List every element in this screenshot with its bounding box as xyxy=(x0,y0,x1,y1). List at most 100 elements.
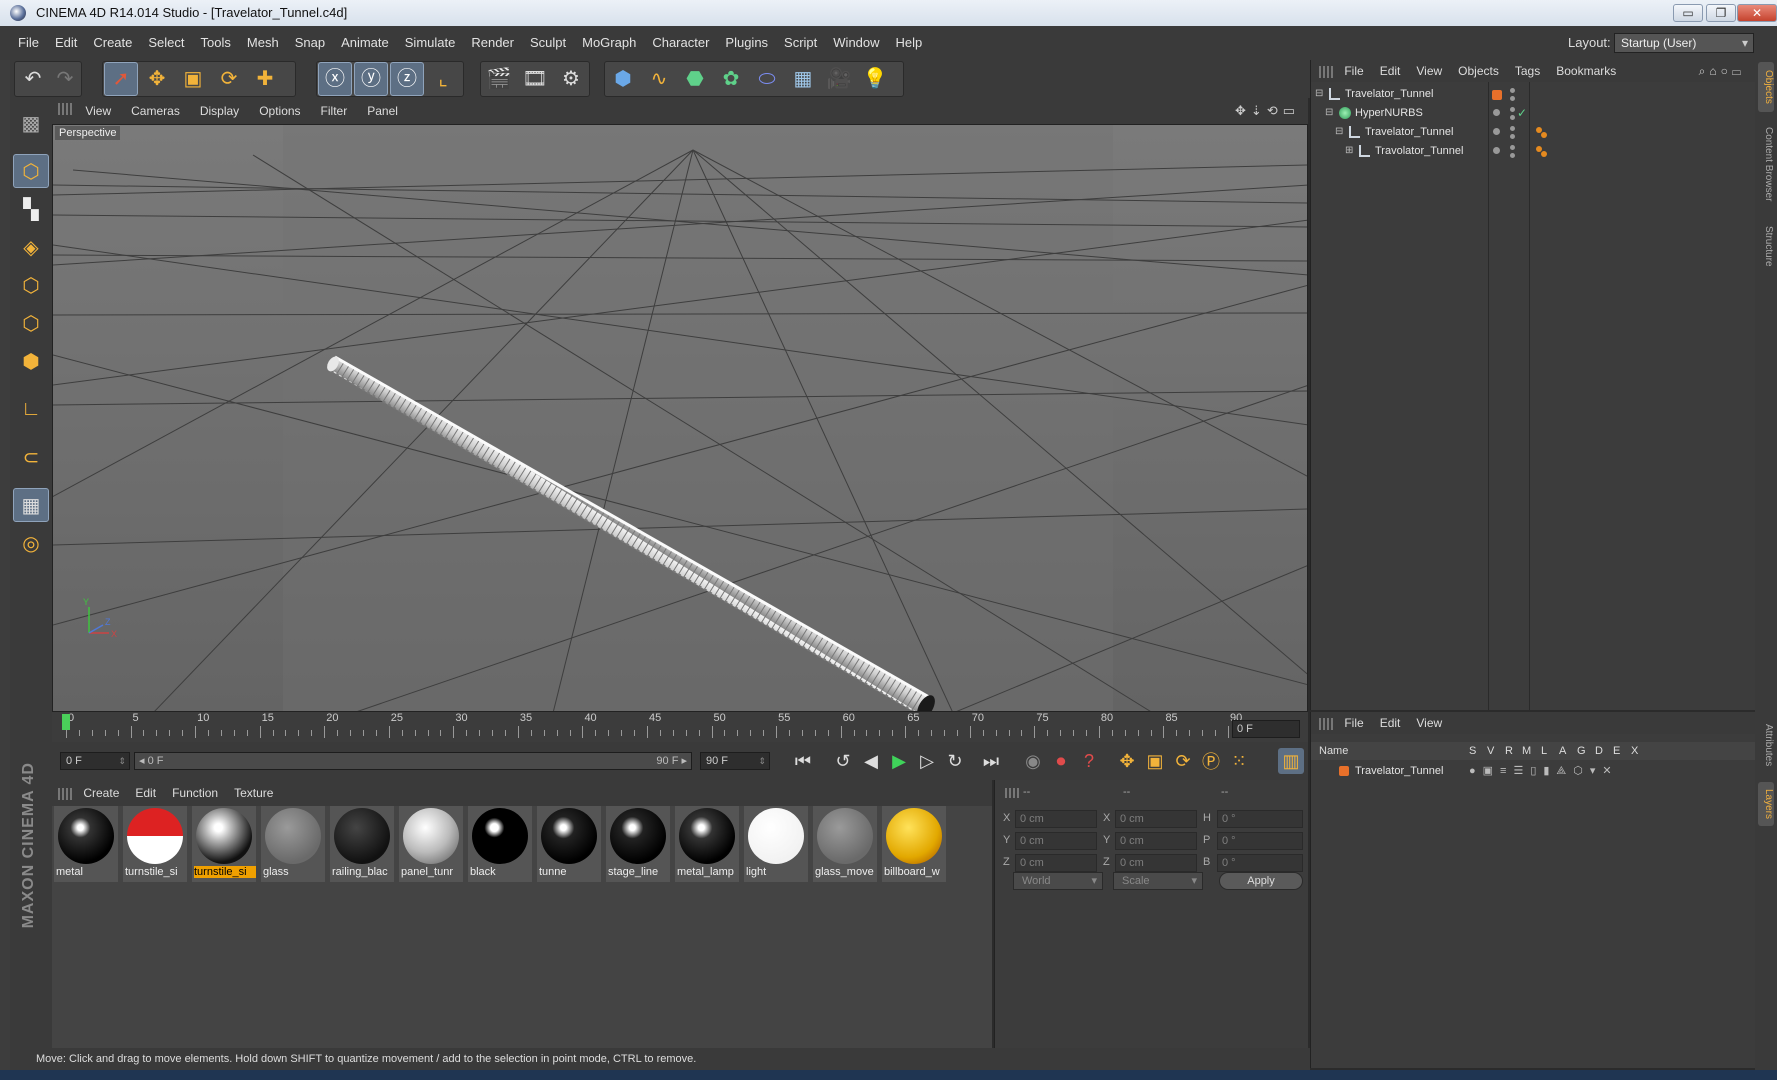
size-y-field[interactable]: 0 cm xyxy=(1115,832,1197,850)
make-editable-icon[interactable]: ▩ xyxy=(13,106,49,140)
layer-col-locked[interactable]: L xyxy=(1541,742,1547,760)
preview-range-slider[interactable]: ◂ 0 F 90 F ▸ xyxy=(134,752,692,770)
collapse-toggle-icon[interactable]: ⊟ xyxy=(1325,103,1333,123)
layers-menu-file[interactable]: File xyxy=(1336,712,1371,734)
record-point-level-icon[interactable]: ⁙ xyxy=(1226,748,1252,774)
render-picture-viewer-icon[interactable]: 🎞 xyxy=(518,62,552,96)
menu-animate[interactable]: Animate xyxy=(333,26,397,60)
object-manager-search-icons[interactable]: ⌕⌂○▭ xyxy=(1699,60,1745,82)
menu-sculpt[interactable]: Sculpt xyxy=(522,26,574,60)
material-swatch[interactable]: turnstile_si xyxy=(192,806,256,882)
menu-tools[interactable]: Tools xyxy=(193,26,239,60)
camera-icon[interactable]: 🎥 xyxy=(822,62,856,96)
scale-tool-icon[interactable]: ▣ xyxy=(176,62,210,96)
material-swatch[interactable]: turnstile_si xyxy=(123,806,187,882)
live-selection-icon[interactable]: ➚ xyxy=(104,62,138,96)
material-menu-texture[interactable]: Texture xyxy=(226,780,281,806)
viewport-menu-cameras[interactable]: Cameras xyxy=(121,98,190,124)
render-visibility-dot[interactable] xyxy=(1510,134,1515,139)
pos-x-field[interactable]: 0 cm xyxy=(1015,810,1097,828)
objects-menu-edit[interactable]: Edit xyxy=(1372,60,1409,82)
layer-col-manager[interactable]: M xyxy=(1522,742,1531,760)
menu-plugins[interactable]: Plugins xyxy=(717,26,776,60)
coordinate-system-icon[interactable]: ⌞ xyxy=(426,62,460,96)
menu-snap[interactable]: Snap xyxy=(287,26,333,60)
render-view-icon[interactable]: 🎬 xyxy=(482,62,516,96)
previous-frame-icon[interactable]: ◀ xyxy=(858,748,884,774)
coordinate-mode-select[interactable]: World xyxy=(1013,872,1103,890)
material-tag-icon[interactable] xyxy=(1541,132,1547,138)
size-x-field[interactable]: 0 cm xyxy=(1115,810,1197,828)
layer-col-solo[interactable]: S xyxy=(1469,742,1476,760)
layout-select[interactable]: Startup (User) xyxy=(1614,33,1754,53)
scene-floor-icon[interactable]: ▦ xyxy=(786,62,820,96)
perspective-viewport[interactable]: Y Z X Perspective xyxy=(52,124,1308,712)
layer-col-expressions[interactable]: E xyxy=(1613,742,1620,760)
object-row-hypernurbs[interactable]: ⊟ HyperNURBS ✓ xyxy=(1311,103,1755,123)
polygons-mode-icon[interactable]: ⬢ xyxy=(13,344,49,378)
rotate-tool-icon[interactable]: ⟳ xyxy=(212,62,246,96)
menu-window[interactable]: Window xyxy=(825,26,887,60)
undo-icon[interactable]: ↶ xyxy=(16,62,50,96)
render-settings-icon[interactable]: ⚙ xyxy=(554,62,588,96)
mograph-cloner-icon[interactable]: ✿ xyxy=(714,62,748,96)
play-forward-icon[interactable]: ▶ xyxy=(886,748,912,774)
current-frame-field[interactable]: 0 F xyxy=(1232,720,1300,738)
goto-next-key-icon[interactable]: ↻ xyxy=(942,748,968,774)
enabled-check-icon[interactable]: ✓ xyxy=(1517,103,1527,123)
x-axis-lock-icon[interactable]: ⓧ xyxy=(318,62,352,96)
tab-layers[interactable]: Layers xyxy=(1758,782,1774,826)
workplane-lock-icon[interactable]: ▦ xyxy=(13,488,49,522)
material-swatch[interactable]: railing_blac xyxy=(330,806,394,882)
spline-icon[interactable]: ∿ xyxy=(642,62,676,96)
record-rotation-icon[interactable]: ⟳ xyxy=(1170,748,1196,774)
tab-attributes[interactable]: Attributes xyxy=(1758,714,1774,776)
render-visibility-dot[interactable] xyxy=(1510,96,1515,101)
material-swatch[interactable]: tunne xyxy=(537,806,601,882)
layers-menu-view[interactable]: View xyxy=(1408,712,1450,734)
expand-toggle-icon[interactable]: ⊞ xyxy=(1345,141,1353,161)
minimize-button[interactable]: ▭ xyxy=(1673,4,1703,22)
layer-col-generators[interactable]: G xyxy=(1577,742,1586,760)
editor-visibility-dot[interactable] xyxy=(1510,126,1515,131)
layers-menu-edit[interactable]: Edit xyxy=(1372,712,1409,734)
material-swatch[interactable]: black xyxy=(468,806,532,882)
menu-simulate[interactable]: Simulate xyxy=(397,26,464,60)
panel-grip-icon[interactable] xyxy=(1005,788,1019,798)
object-row-travelator-tunnel-child[interactable]: ⊟ Travelator_Tunnel xyxy=(1311,122,1755,142)
end-frame-field[interactable]: 90 F xyxy=(700,752,770,770)
menu-select[interactable]: Select xyxy=(140,26,192,60)
menu-render[interactable]: Render xyxy=(463,26,522,60)
tab-content-browser[interactable]: Content Browser xyxy=(1758,118,1774,210)
z-axis-lock-icon[interactable]: ⓩ xyxy=(390,62,424,96)
material-tag-icon[interactable] xyxy=(1541,151,1547,157)
menu-mesh[interactable]: Mesh xyxy=(239,26,287,60)
autokey-icon[interactable]: ⏺ xyxy=(1048,748,1074,774)
timeline-playhead[interactable] xyxy=(62,714,70,730)
viewport-menu-panel[interactable]: Panel xyxy=(357,98,408,124)
panel-grip-icon[interactable] xyxy=(1319,717,1333,730)
cube-object-icon[interactable]: ⬢ xyxy=(606,62,640,96)
editor-visibility-dot[interactable] xyxy=(1510,107,1515,112)
move-tool-icon[interactable]: ✥ xyxy=(140,62,174,96)
layer-col-animation[interactable]: A xyxy=(1559,742,1566,760)
timeline-window-icon[interactable]: ▥ xyxy=(1278,748,1304,774)
close-button[interactable]: ✕ xyxy=(1737,4,1777,22)
pos-z-field[interactable]: 0 cm xyxy=(1015,854,1097,872)
object-row-travolator-tunnel[interactable]: ⊞ Travolator_Tunnel xyxy=(1311,141,1755,161)
layer-color-swatch[interactable] xyxy=(1339,766,1349,776)
render-visibility-dot[interactable] xyxy=(1510,115,1515,120)
pos-y-field[interactable]: 0 cm xyxy=(1015,832,1097,850)
y-axis-lock-icon[interactable]: ⓨ xyxy=(354,62,388,96)
nurbs-icon[interactable]: ⬣ xyxy=(678,62,712,96)
render-visibility-dot[interactable] xyxy=(1510,153,1515,158)
collapse-toggle-icon[interactable]: ⊟ xyxy=(1335,122,1343,142)
layer-col-xref[interactable]: X xyxy=(1631,742,1638,760)
keyframe-selection-icon[interactable]: ? xyxy=(1076,748,1102,774)
rot-h-field[interactable]: 0 ° xyxy=(1217,810,1303,828)
start-frame-field[interactable]: 0 F xyxy=(60,752,130,770)
axis-mode-icon[interactable]: ∟ xyxy=(13,392,49,426)
viewport-menu-options[interactable]: Options xyxy=(249,98,310,124)
viewport-menu-display[interactable]: Display xyxy=(190,98,249,124)
goto-start-icon[interactable]: ⏮ xyxy=(790,748,816,774)
